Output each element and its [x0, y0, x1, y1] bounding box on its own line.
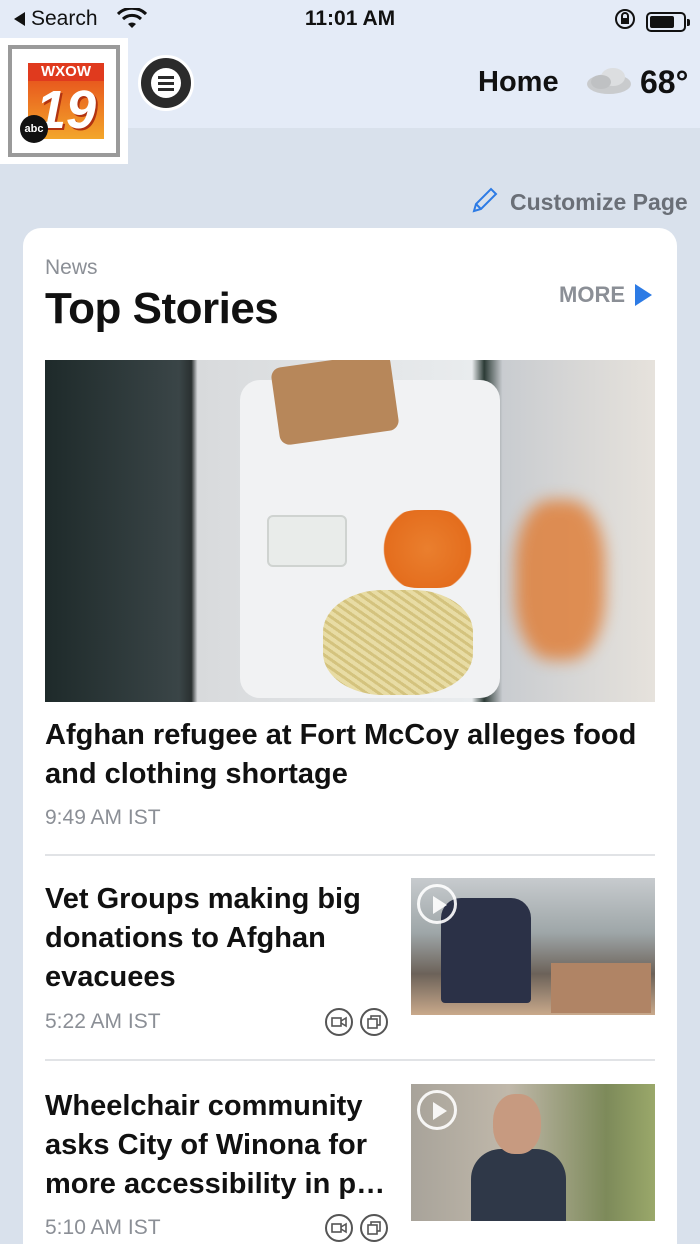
story-thumbnail[interactable] [411, 1084, 655, 1221]
divider [45, 854, 655, 856]
status-bar: Search 11:01 AM [0, 0, 700, 38]
story-headline[interactable]: Vet Groups making big donations to Afgha… [45, 880, 395, 997]
hero-image[interactable] [45, 360, 655, 702]
section-kicker: News [45, 256, 98, 279]
orientation-lock-icon [614, 8, 636, 36]
station-logo[interactable]: WXOW 19 abc [0, 38, 128, 164]
customize-page-button[interactable]: Customize Page [470, 185, 688, 220]
logo-callsign: WXOW [28, 63, 104, 81]
story-headline[interactable]: Wheelchair community asks City of Winona… [45, 1087, 395, 1204]
cloud-icon[interactable] [583, 62, 635, 107]
battery-icon [646, 12, 690, 32]
logo-network: abc [20, 115, 48, 143]
play-icon [417, 1090, 457, 1130]
more-label: MORE [559, 282, 625, 307]
clock: 11:01 AM [304, 7, 396, 30]
gallery-icon [360, 1008, 388, 1036]
hamburger-icon [151, 68, 181, 98]
arrow-right-icon [635, 284, 652, 306]
gallery-icon [360, 1214, 388, 1242]
top-stories-card: News Top Stories MORE Afghan refugee at … [23, 228, 677, 1244]
temperature[interactable]: 68° [640, 64, 688, 101]
video-icon [325, 1214, 353, 1242]
nav-home-label[interactable]: Home [478, 66, 559, 99]
story-time: 9:49 AM IST [45, 806, 161, 829]
divider [45, 1059, 655, 1061]
video-icon [325, 1008, 353, 1036]
pencil-icon [470, 185, 500, 220]
more-button[interactable]: MORE [559, 282, 652, 308]
section-title: Top Stories [45, 284, 279, 333]
customize-label: Customize Page [510, 189, 688, 215]
story-headline[interactable]: Afghan refugee at Fort McCoy alleges foo… [45, 716, 645, 794]
story-time: 5:22 AM IST [45, 1010, 161, 1033]
play-icon [417, 884, 457, 924]
app-header: WXOW 19 abc Home 68° [0, 38, 700, 164]
menu-button[interactable] [138, 55, 194, 111]
story-thumbnail[interactable] [411, 878, 655, 1015]
story-time: 5:10 AM IST [45, 1216, 161, 1239]
